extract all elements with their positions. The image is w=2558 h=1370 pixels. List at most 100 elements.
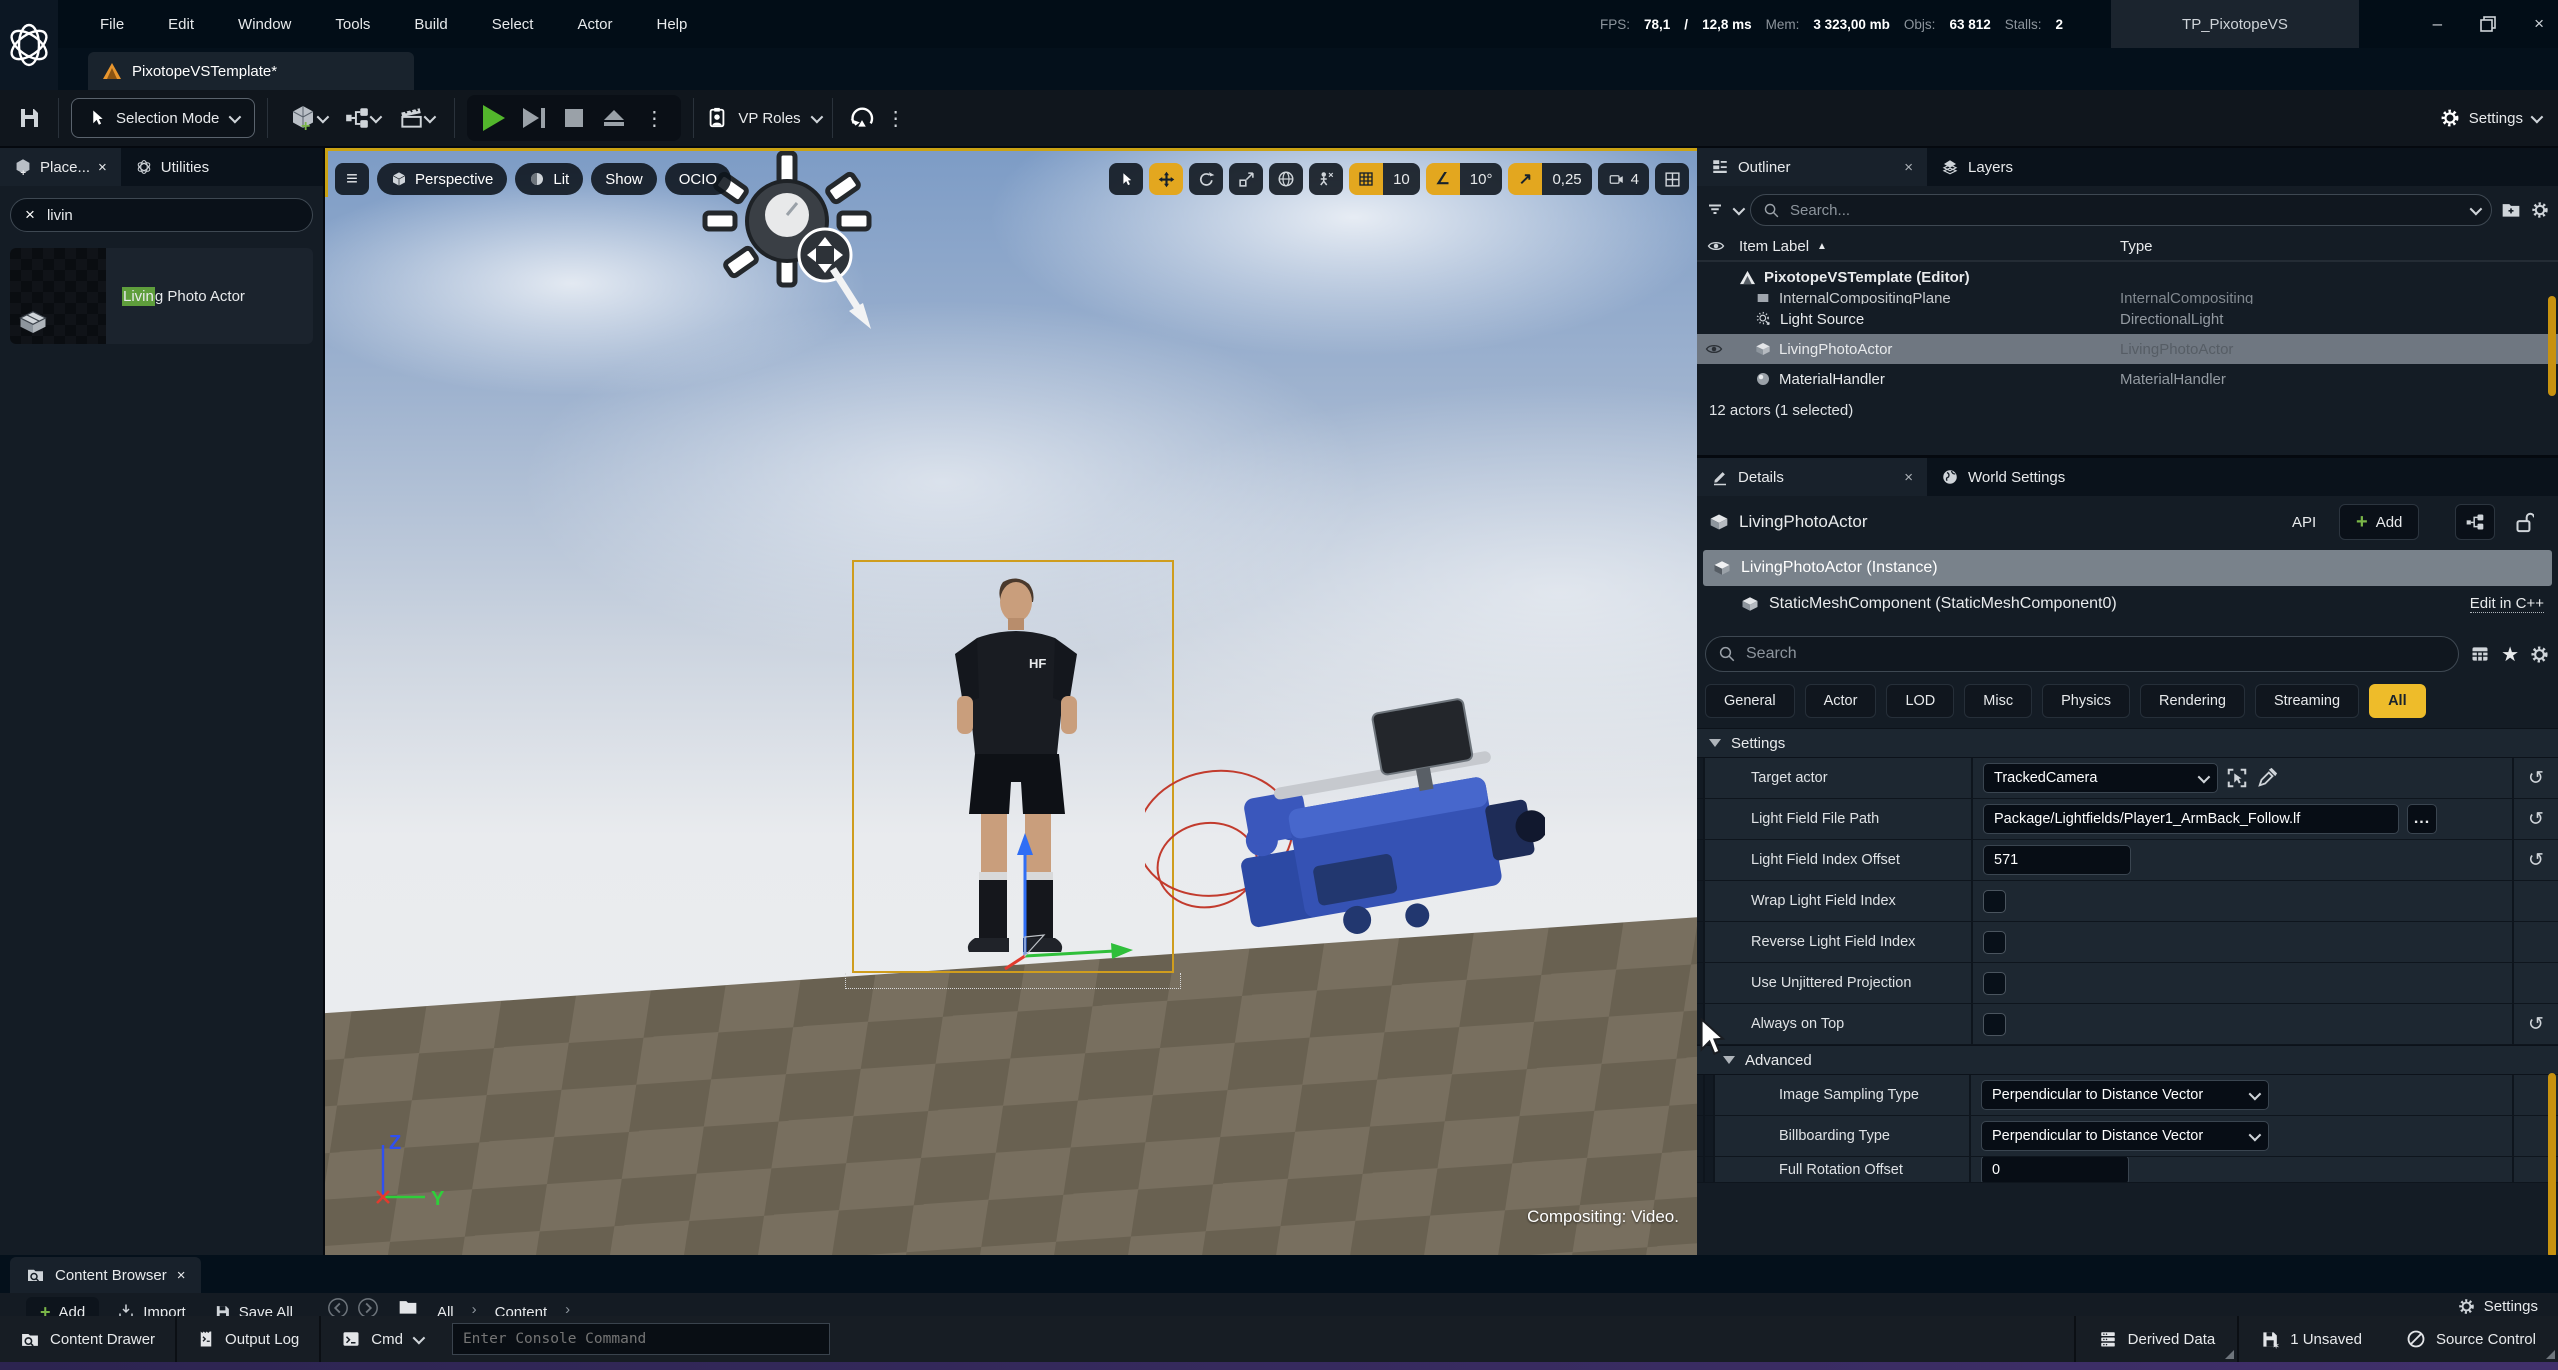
add-actor-button[interactable]: + — [280, 101, 334, 135]
menu-edit[interactable]: Edit — [168, 16, 194, 33]
rotation-snap-control[interactable]: ∠ 10° — [1426, 163, 1503, 195]
settings-dropdown[interactable]: Settings — [2439, 107, 2540, 129]
close-icon[interactable]: × — [177, 1267, 186, 1284]
camera-speed-value[interactable]: 4 — [1631, 171, 1639, 188]
details-scrollbar[interactable] — [2548, 1073, 2556, 1258]
close-button[interactable]: × — [2534, 14, 2544, 34]
index-offset-input[interactable]: 571 — [1983, 845, 2131, 875]
world-space-toggle[interactable] — [1269, 163, 1303, 195]
pick-object-icon[interactable] — [2226, 767, 2248, 789]
output-log-button[interactable]: Output Log — [177, 1316, 321, 1362]
billboarding-dropdown[interactable]: Perpendicular to Distance Vector — [1981, 1121, 2269, 1151]
close-icon[interactable]: × — [1904, 469, 1913, 486]
transform-gizmo[interactable] — [965, 811, 1165, 981]
breadcrumb-content[interactable]: Content — [485, 1297, 558, 1316]
tab-details[interactable]: Details × — [1697, 458, 1927, 496]
grid-snap-control[interactable]: 10 — [1349, 163, 1420, 195]
wrap-index-checkbox[interactable] — [1983, 890, 2006, 913]
clear-search-icon[interactable]: × — [25, 205, 35, 225]
toolbar-more-button[interactable]: ⋮ — [879, 101, 913, 135]
selection-mode-dropdown[interactable]: Selection Mode — [71, 98, 255, 138]
derived-data-button[interactable]: Derived Data — [2074, 1316, 2238, 1362]
place-search-input[interactable]: × livin — [10, 198, 313, 232]
grid-snap-value[interactable]: 10 — [1383, 163, 1420, 195]
select-tool[interactable] — [1109, 163, 1143, 195]
outliner-row-materialhandler[interactable]: MaterialHandler MaterialHandler — [1697, 364, 2558, 394]
cmd-dropdown[interactable]: Cmd — [321, 1316, 442, 1362]
details-search-input[interactable]: Search — [1705, 636, 2459, 672]
outliner-scrollbar[interactable] — [2548, 296, 2556, 396]
living-photo-actor-item[interactable]: Living Photo Actor — [10, 248, 313, 344]
reset-to-default-icon[interactable]: ↺ — [2512, 758, 2558, 798]
favorites-star-icon[interactable]: ★ — [2501, 642, 2519, 667]
ocio-button[interactable]: OCIO — [665, 163, 731, 195]
filter-icon[interactable] — [1705, 201, 1725, 219]
frame-skip-button[interactable] — [517, 101, 551, 135]
image-sampling-dropdown[interactable]: Perpendicular to Distance Vector — [1981, 1080, 2269, 1110]
eye-icon[interactable] — [1705, 342, 1723, 356]
breadcrumb-all[interactable]: All — [427, 1297, 464, 1316]
content-drawer-button[interactable]: Content Drawer — [0, 1316, 177, 1362]
tab-world-settings[interactable]: World Settings — [1927, 458, 2079, 496]
always-on-top-checkbox[interactable] — [1983, 1013, 2006, 1036]
outliner-row-compositing-plane[interactable]: InternalCompositingPlane InternalComposi… — [1697, 292, 2558, 304]
tab-pixotopevstemplate[interactable]: PixotopeVSTemplate* — [88, 52, 414, 90]
cb-import-button[interactable]: Import — [107, 1297, 196, 1316]
console-command-input[interactable] — [452, 1323, 830, 1355]
menu-file[interactable]: File — [100, 16, 124, 33]
show-dropdown[interactable]: Show — [591, 163, 657, 195]
lightfield-path-input[interactable]: Package/Lightfields/Player1_ArmBack_Foll… — [1983, 804, 2399, 834]
forward-icon[interactable] — [357, 1297, 379, 1316]
reset-to-default-icon[interactable]: ↺ — [2512, 1004, 2558, 1044]
rotation-snap-value[interactable]: 10° — [1460, 163, 1503, 195]
menu-build[interactable]: Build — [414, 16, 447, 33]
pixotope-sync-button[interactable] — [845, 101, 879, 135]
lock-icon[interactable] — [2512, 510, 2534, 534]
minimize-button[interactable]: – — [2433, 14, 2442, 34]
api-button[interactable]: API — [2292, 514, 2316, 531]
blueprints-button[interactable] — [334, 101, 388, 135]
close-icon[interactable]: × — [98, 159, 107, 176]
restore-button[interactable] — [2480, 16, 2496, 32]
advanced-section-header[interactable]: Advanced — [1697, 1045, 2558, 1075]
blueprint-edit-button[interactable] — [2455, 504, 2495, 540]
tab-utilities[interactable]: Utilities — [121, 148, 223, 186]
tab-outliner[interactable]: Outliner × — [1697, 148, 1927, 186]
chevron-down-icon[interactable] — [2470, 202, 2483, 215]
category-lod[interactable]: LOD — [1886, 684, 1954, 718]
tab-content-browser[interactable]: Content Browser × — [10, 1257, 201, 1293]
tracked-camera-model[interactable] — [1145, 691, 1545, 1001]
visibility-column-icon[interactable] — [1707, 239, 1725, 253]
details-settings-gear-icon[interactable] — [2529, 644, 2550, 665]
scale-tool[interactable] — [1229, 163, 1263, 195]
target-actor-dropdown[interactable]: TrackedCamera — [1983, 763, 2218, 793]
category-physics[interactable]: Physics — [2042, 684, 2130, 718]
category-misc[interactable]: Misc — [1964, 684, 2032, 718]
cinematics-button[interactable] — [388, 101, 442, 135]
cb-save-all-button[interactable]: Save All — [204, 1297, 303, 1316]
unsaved-button[interactable]: ✶ 1 Unsaved — [2237, 1316, 2384, 1362]
tab-layers[interactable]: Layers — [1927, 148, 2027, 186]
new-folder-icon[interactable] — [2500, 200, 2522, 220]
display-filter-icon[interactable] — [2469, 644, 2491, 664]
menu-window[interactable]: Window — [238, 16, 291, 33]
move-tool[interactable] — [1149, 163, 1183, 195]
tab-place-actors[interactable]: + Place... × — [0, 148, 121, 186]
vp-roles-dropdown[interactable]: VP Roles — [706, 106, 819, 130]
folder-icon[interactable] — [397, 1297, 419, 1316]
eject-button[interactable] — [597, 101, 631, 135]
outliner-row-livingphotoactor[interactable]: LivingPhotoActor LivingPhotoActor — [1697, 334, 2558, 364]
reset-to-default-icon[interactable]: ↺ — [2512, 799, 2558, 839]
eyedropper-icon[interactable] — [2256, 767, 2278, 789]
add-component-button[interactable]: +Add — [2339, 504, 2419, 540]
close-icon[interactable]: × — [1904, 159, 1913, 176]
cb-add-button[interactable]: +Add — [26, 1297, 99, 1316]
stop-button[interactable] — [557, 101, 591, 135]
cb-settings-button[interactable]: Settings — [2457, 1297, 2538, 1316]
source-control-button[interactable]: Source Control — [2384, 1316, 2558, 1362]
category-actor[interactable]: Actor — [1805, 684, 1877, 718]
browse-button[interactable]: ... — [2407, 804, 2437, 834]
chevron-down-icon[interactable] — [1733, 202, 1746, 215]
save-button[interactable] — [12, 101, 46, 135]
viewport[interactable]: HF — [325, 148, 1697, 1255]
